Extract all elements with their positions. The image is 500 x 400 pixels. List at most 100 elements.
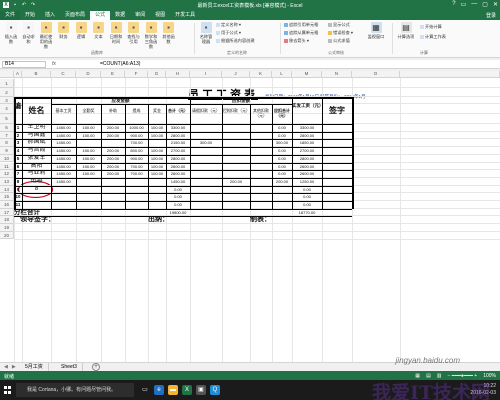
header-base[interactable]: 基本工资 (51, 104, 76, 124)
employee-base[interactable] (51, 201, 76, 209)
header-absent[interactable]: 迟到扣款（元） (222, 104, 250, 124)
select-all-corner[interactable] (0, 71, 14, 78)
zoom-slider[interactable]: − ━━━●━━━ + (448, 373, 478, 379)
employee-subtotal[interactable]: 2800.00 (166, 155, 190, 163)
employee-name[interactable] (22, 193, 51, 201)
header-actual-pay[interactable]: 实发工资（元） (292, 97, 322, 124)
employee-subtotal[interactable]: 2600.00 (166, 163, 190, 171)
employee-allowance[interactable]: 200.00 (101, 132, 125, 140)
row-header[interactable]: 8 (0, 139, 14, 148)
column-header[interactable]: H (166, 71, 190, 78)
employee-late[interactable] (190, 193, 222, 201)
next-sheet-icon[interactable]: ▶ (12, 364, 16, 370)
employee-allowance[interactable]: 200.00 (101, 163, 125, 171)
employee-commission[interactable]: 700.00 (125, 170, 148, 178)
employee-absent[interactable] (222, 201, 250, 209)
worksheet-grid[interactable]: 员工工资表 发放日期： 2016年1月12日 所属月份： 2016年1月 ABC… (0, 71, 500, 362)
employee-award[interactable]: 100.00 (148, 155, 166, 163)
row-header[interactable]: 7 (0, 131, 14, 140)
employee-base[interactable]: 1450.00 (51, 163, 76, 171)
minimize-icon[interactable]: — (471, 1, 477, 8)
column-header[interactable]: G (148, 71, 166, 78)
employee-commission[interactable] (125, 193, 148, 201)
row-header[interactable]: 17 (0, 208, 14, 217)
tab-page-layout[interactable]: 页面布局 (60, 11, 90, 20)
header-award[interactable]: 奖金 (148, 104, 166, 124)
employee-actual-pay[interactable]: 2700.00 (292, 147, 322, 155)
employee-number[interactable]: 9 (14, 186, 22, 194)
row-header[interactable]: 3 (0, 97, 14, 104)
qq-icon[interactable]: Q (210, 385, 220, 395)
explorer-icon[interactable]: ▬ (168, 385, 178, 395)
employee-allowance[interactable]: 200.00 (101, 170, 125, 178)
windows-start-icon[interactable] (2, 384, 14, 396)
column-header[interactable]: C (51, 71, 76, 78)
employee-allowance[interactable] (101, 139, 125, 147)
employee-name[interactable]: 马晋霞 (22, 147, 51, 155)
employee-name[interactable]: 郝国斌 (22, 139, 51, 147)
header-commission[interactable]: 提成 (125, 104, 148, 124)
employee-base[interactable]: 1450.00 (51, 178, 76, 186)
employee-award[interactable]: 100.00 (148, 132, 166, 140)
header-late[interactable]: 请假扣款（元） (190, 104, 222, 124)
tab-developer[interactable]: 开发工具 (170, 11, 200, 20)
employee-actual-pay[interactable]: 2800.00 (292, 132, 322, 140)
recent-button[interactable]: ▪ 最近使用的函数 (38, 20, 54, 49)
employee-name[interactable]: 张爱军 (22, 155, 51, 163)
row-header[interactable]: 13 (0, 177, 14, 186)
employee-actual-pay[interactable]: 1250.00 (292, 178, 322, 186)
employee-commission[interactable]: 700.00 (125, 139, 148, 147)
employee-award[interactable] (148, 193, 166, 201)
employee-actual-pay[interactable]: 2600.00 (292, 163, 322, 171)
calculate-now-button[interactable]: 开始计算 (420, 24, 442, 30)
employee-number[interactable]: 7 (14, 170, 22, 178)
logic-button[interactable]: ▪ 逻辑 (73, 20, 89, 39)
employee-number[interactable]: 1 (14, 124, 22, 132)
employee-commission[interactable]: 900.00 (125, 132, 148, 140)
employee-bonus[interactable] (76, 193, 101, 201)
login-link[interactable]: 登录 (486, 12, 496, 19)
employee-subtotal[interactable]: 1450.00 (166, 178, 190, 186)
employee-subtotal[interactable]: 3300.00 (166, 124, 190, 132)
maximize-icon[interactable]: ▢ (482, 1, 488, 8)
column-header[interactable]: E (101, 71, 125, 78)
page-layout-icon[interactable]: ▤ (426, 373, 431, 379)
employee-bonus[interactable]: 150.00 (76, 170, 101, 178)
formula-input[interactable]: =COUNT(A6:A13) (100, 61, 140, 68)
watch-window-button[interactable]: ▦ 监视窗口 (366, 20, 386, 39)
cortana-search[interactable]: 我是 Cortana，小娜。有问题尽管问我。 (16, 383, 134, 397)
row-header[interactable]: 12 (0, 170, 14, 178)
employee-commission[interactable]: 700.00 (125, 163, 148, 171)
name-box[interactable]: B14 (2, 61, 46, 68)
employee-actual-pay[interactable]: 0.00 (292, 186, 322, 194)
employee-name[interactable]: 8 (22, 186, 51, 194)
employee-actual-pay[interactable]: 2600.00 (292, 170, 322, 178)
employee-ded_total[interactable] (272, 186, 292, 194)
employee-late[interactable] (190, 163, 222, 171)
employee-commission[interactable] (125, 186, 148, 194)
employee-late[interactable] (190, 132, 222, 140)
system-tray-clock[interactable]: 10:22 2016-02-03 (470, 383, 496, 397)
employee-absent[interactable]: 200.00 (222, 178, 250, 186)
prev-sheet-icon[interactable]: ◀ (4, 364, 8, 370)
employee-allowance[interactable] (101, 178, 125, 186)
row-header[interactable]: 10 (0, 154, 14, 163)
employee-absent[interactable] (222, 124, 250, 132)
employee-ded_total[interactable]: 0.00 (272, 163, 292, 171)
employee-award[interactable]: 100.00 (148, 170, 166, 178)
remove-arrows-button[interactable]: 移去箭头 ▾ (284, 38, 309, 44)
employee-commission[interactable]: 1000.00 (125, 124, 148, 132)
employee-allowance[interactable] (101, 201, 125, 209)
employee-name[interactable]: 迅越 (22, 178, 51, 186)
employee-name[interactable]: 马国鑫 (22, 132, 51, 140)
employee-subtotal[interactable]: 0.00 (166, 186, 190, 194)
employee-late[interactable] (190, 155, 222, 163)
column-header[interactable]: D (76, 71, 101, 78)
employee-late[interactable]: 300.00 (190, 139, 222, 147)
employee-bonus[interactable] (76, 178, 101, 186)
create-from-selection-button[interactable]: 根据所选内容创建 (216, 38, 255, 44)
employee-late[interactable] (190, 147, 222, 155)
employee-base[interactable] (51, 186, 76, 194)
employee-ded_total[interactable]: 0.00 (272, 147, 292, 155)
employee-subtotal[interactable]: 2600.00 (166, 170, 190, 178)
